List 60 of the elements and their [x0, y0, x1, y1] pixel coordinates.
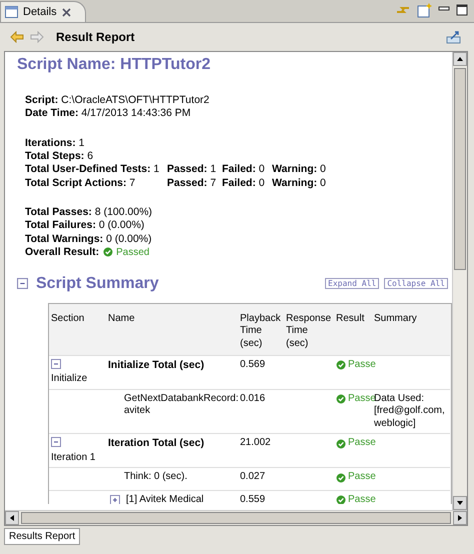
playback-time: 0.569 — [240, 358, 266, 370]
info-line: Total Passes: 8 (100.00%) — [25, 206, 152, 219]
script-name-heading: Script Name: HTTPTutor2 — [17, 56, 212, 74]
collapse-toggle-icon[interactable] — [51, 437, 61, 448]
info-count: Passed: 7 — [167, 176, 218, 190]
report-title: Result Report — [56, 30, 135, 44]
step-name: Iteration Total (sec) — [108, 437, 204, 450]
results-report-tab[interactable]: Results Report — [4, 528, 80, 545]
info-count: Failed: 0 — [222, 163, 266, 176]
playback-time: 0.559 — [240, 494, 266, 504]
export-icon[interactable] — [446, 30, 462, 44]
horizontal-scrollbar[interactable] — [5, 510, 467, 525]
vertical-scrollbar[interactable] — [452, 52, 467, 510]
info-line: Script: C:\OracleATS\OFT\HTTPTutor2 — [25, 94, 210, 108]
new-window-icon[interactable] — [417, 2, 432, 18]
result-status: Passe — [348, 358, 376, 372]
info-line: Date Time: 4/17/2013 14:43:36 PM — [25, 107, 191, 120]
info-count: Failed: 0 — [222, 176, 266, 190]
info-line: Total Steps: 6 — [25, 150, 94, 164]
maximize-icon[interactable] — [456, 4, 468, 16]
expand-collapse-button[interactable]: Collapse All — [384, 278, 448, 290]
column-header: Playback Time (sec) — [238, 304, 284, 356]
tab-title: Details — [23, 6, 57, 18]
step-name: Initialize Total (sec) — [108, 358, 204, 372]
playback-time: 21.002 — [240, 437, 271, 448]
info-line: Total Failures: 0 (0.00%) — [25, 219, 144, 232]
step-name: GetNextDatabankRecord: avitek — [124, 392, 239, 418]
column-header: Response Time (sec) — [284, 304, 334, 356]
close-icon[interactable] — [62, 8, 71, 16]
overall-result: Passed — [116, 246, 150, 259]
playback-time: 0.016 — [240, 392, 266, 404]
collapse-toggle-icon[interactable] — [51, 358, 61, 369]
info-count: Warning: 0 — [272, 176, 326, 190]
expand-toggle-icon[interactable] — [110, 495, 120, 504]
step-name: [1] Avitek Medical — [126, 494, 204, 504]
column-header: Summary — [372, 304, 450, 356]
info-count: Passed: 1 — [167, 163, 218, 176]
playback-time: 0.027 — [240, 471, 266, 482]
result-status: Passe — [348, 392, 376, 406]
step-name: Think: 0 (sec). — [124, 471, 188, 484]
section-heading: Script Summary — [36, 274, 159, 293]
result-status: Passe — [348, 437, 376, 450]
column-header: Result — [334, 304, 372, 356]
info-label: Overall Result: — [25, 246, 100, 259]
summary-text: Data Used: [fred@golf.com, weblogic] — [374, 392, 445, 429]
section-name: Initialize — [51, 373, 88, 384]
info-count: Warning: 0 — [272, 163, 326, 176]
collapse-toggle-icon[interactable] — [17, 278, 28, 290]
info-line: Total Warnings: 0 (0.00%) — [25, 232, 152, 246]
result-status: Passe — [348, 494, 376, 504]
column-header: Name — [106, 304, 238, 356]
info-line: Iterations: 1 — [25, 136, 85, 150]
info-line: Total User-Defined Tests: 1 — [25, 163, 160, 176]
column-header: Section — [49, 304, 106, 356]
info-line: Total Script Actions: 7 — [25, 176, 136, 190]
section-name: Iteration 1 — [51, 452, 96, 463]
expand-collapse-button[interactable]: Expand All — [325, 278, 380, 290]
window-icon — [5, 6, 18, 18]
details-tab[interactable]: Details — [0, 1, 86, 22]
result-status: Passe — [348, 471, 376, 484]
